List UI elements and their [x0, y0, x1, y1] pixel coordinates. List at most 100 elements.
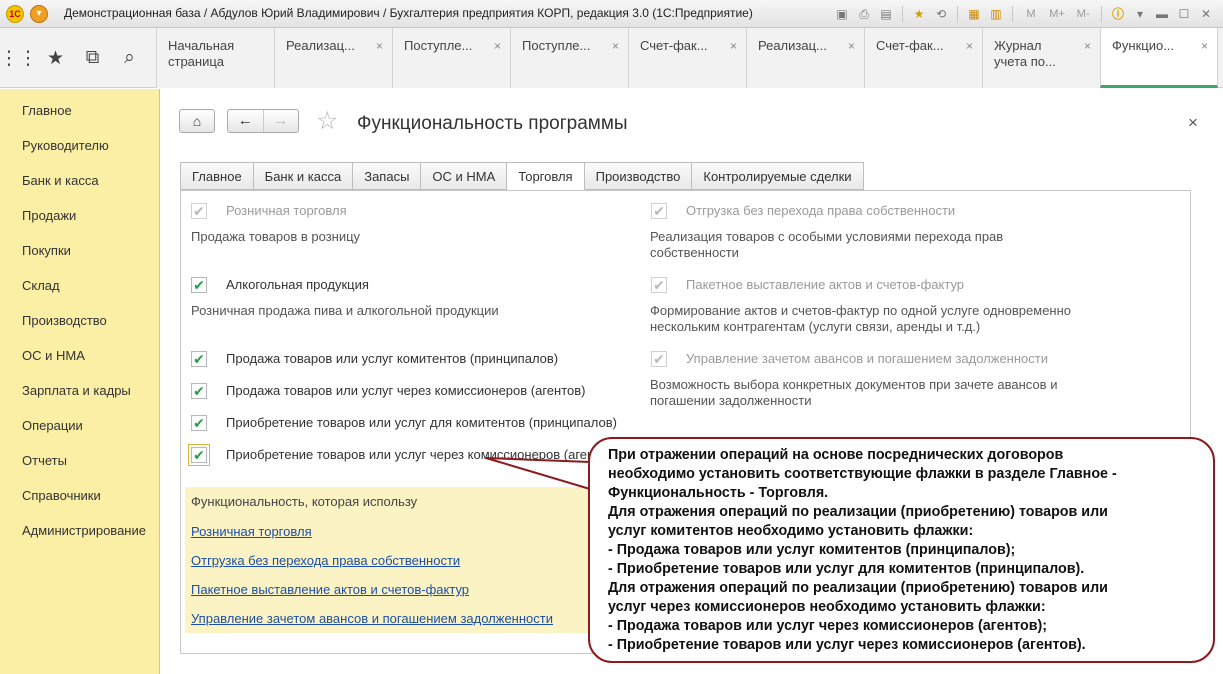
apps-grid-icon[interactable]: ⋮⋮	[0, 28, 38, 88]
tab-label: Счет-фак...	[640, 38, 708, 53]
description-line: Формирование актов и счетов-фактур по од…	[650, 303, 1072, 318]
close-tab-icon[interactable]: ×	[1084, 38, 1091, 54]
callout-line: При отражении операций на основе посредн…	[608, 447, 1064, 463]
form-tabs: Главное Банк и касса Запасы ОС и НМА Тор…	[180, 162, 864, 190]
forward-button[interactable]: →	[264, 110, 299, 132]
link-retail[interactable]: Розничная торговля	[191, 524, 312, 539]
option-label: Отгрузка без перехода права собственност…	[686, 203, 956, 218]
favorites-star-icon[interactable]: ★	[37, 28, 74, 88]
sidebar-item-fixed-assets[interactable]: ОС и НМА	[0, 337, 159, 372]
history-icon[interactable]: ⟲	[932, 5, 950, 23]
instruction-callout: При отражении операций на основе посредн…	[588, 437, 1215, 663]
close-tab-icon[interactable]: ×	[1201, 38, 1208, 54]
tab-controlled-deals[interactable]: Контролируемые сделки	[692, 162, 864, 190]
tab-invoice-2[interactable]: Счет-фак... ×	[864, 28, 982, 88]
favorites-add-icon[interactable]: ★	[910, 5, 928, 23]
checkbox-alcohol[interactable]: ✔	[191, 277, 207, 293]
tab-journal[interactable]: Журнал учета по... ×	[982, 28, 1100, 88]
tab-inventory[interactable]: Запасы	[353, 162, 422, 190]
description-line: Реализация товаров с особыми условиями п…	[650, 229, 1004, 244]
checkbox-sale-committent[interactable]: ✔	[191, 351, 207, 367]
tab-label: Поступле...	[404, 38, 473, 53]
callout-line: Для отражения операций по реализации (пр…	[608, 580, 1108, 596]
favorite-star-icon[interactable]: ☆	[316, 107, 338, 135]
memory-button[interactable]: M	[1020, 5, 1042, 23]
option-description: Розничная продажа пива и алкогольной про…	[191, 303, 499, 318]
sidebar-item-payroll[interactable]: Зарплата и кадры	[0, 372, 159, 407]
main-menu-button[interactable]: ▾	[30, 5, 48, 23]
sidebar-item-operations[interactable]: Операции	[0, 407, 159, 442]
info-icon[interactable]: ⓘ	[1109, 5, 1127, 23]
checkbox-retail[interactable]: ✔	[191, 203, 207, 219]
checkbox-batch-acts[interactable]: ✔	[651, 277, 667, 293]
sidebar-item-purchases[interactable]: Покупки	[0, 232, 159, 267]
tab-label: Реализац...	[758, 38, 827, 53]
tab-functionality[interactable]: Функцио... ×	[1100, 28, 1218, 88]
title-toolbar: ▣ ⎙ ▤ ★ ⟲ ▦ ▥ M M+ M- ⓘ ▾ ▬ ☐ ✕	[833, 4, 1215, 24]
print-icon[interactable]: ⎙	[855, 5, 873, 23]
sidebar-item-production[interactable]: Производство	[0, 302, 159, 337]
tab-label: Реализац...	[286, 38, 355, 53]
close-tab-icon[interactable]: ×	[494, 38, 501, 54]
minimize-button[interactable]: ▬	[1153, 5, 1171, 23]
tab-fixed-assets[interactable]: ОС и НМА	[421, 162, 508, 190]
tab-invoice[interactable]: Счет-фак... ×	[628, 28, 746, 88]
search-icon[interactable]: ⌕	[111, 28, 148, 88]
tab-label: Поступле...	[522, 38, 591, 53]
link-shipment-no-ownership[interactable]: Отгрузка без перехода права собственност…	[191, 553, 460, 568]
calculator-icon[interactable]: ▦	[965, 5, 983, 23]
preview-icon[interactable]: ▤	[877, 5, 895, 23]
tab-bank[interactable]: Банк и касса	[253, 162, 354, 190]
checkbox-purchase-agent[interactable]: ✔	[188, 444, 210, 466]
back-button[interactable]: ←	[228, 110, 264, 132]
tab-home-page[interactable]: Начальная страница	[156, 28, 274, 88]
tab-receipt-2[interactable]: Поступле... ×	[510, 28, 628, 88]
checkbox-purchase-committent[interactable]: ✔	[191, 415, 207, 431]
sections-panel: Главное Руководителю Банк и касса Продаж…	[0, 89, 160, 674]
callout-line: Для отражения операций по реализации (пр…	[608, 504, 1108, 520]
used-functionality-panel: Функциональность, которая использу Розни…	[185, 487, 600, 633]
tab-trade[interactable]: Торговля	[507, 162, 585, 190]
sidebar-item-manager[interactable]: Руководителю	[0, 127, 159, 162]
close-tab-icon[interactable]: ×	[612, 38, 619, 54]
tab-main[interactable]: Главное	[180, 162, 254, 190]
close-form-button[interactable]: ×	[1188, 113, 1198, 133]
toolbar-divider	[957, 6, 958, 22]
history-icon[interactable]: ⧉	[74, 28, 111, 88]
description-line: погашении задолженности	[650, 393, 812, 408]
calendar-icon[interactable]: ▥	[987, 5, 1005, 23]
link-advance-offset[interactable]: Управление зачетом авансов и погашением …	[191, 611, 553, 626]
save-icon[interactable]: ▣	[833, 5, 851, 23]
checkbox-sale-agent[interactable]: ✔	[191, 383, 207, 399]
maximize-button[interactable]: ☐	[1175, 5, 1193, 23]
sidebar-item-warehouse[interactable]: Склад	[0, 267, 159, 302]
callout-line: - Приобретение товаров или услуг для ком…	[608, 561, 1085, 577]
tab-production[interactable]: Производство	[584, 162, 693, 190]
close-window-button[interactable]: ✕	[1197, 5, 1215, 23]
dropdown-icon[interactable]: ▾	[1131, 5, 1149, 23]
close-tab-icon[interactable]: ×	[966, 38, 973, 54]
memory-minus-button[interactable]: M-	[1072, 5, 1094, 23]
home-button[interactable]: ⌂	[179, 109, 215, 133]
tab-sale[interactable]: Реализац... ×	[274, 28, 392, 88]
sidebar-item-bank[interactable]: Банк и касса	[0, 162, 159, 197]
checkbox-shipment-no-ownership[interactable]: ✔	[651, 203, 667, 219]
option-label: Розничная торговля	[226, 203, 347, 218]
close-tab-icon[interactable]: ×	[730, 38, 737, 54]
sidebar-item-main[interactable]: Главное	[0, 92, 159, 127]
callout-line: необходимо установить соответствующие фл…	[608, 466, 1117, 482]
tab-sale-2[interactable]: Реализац... ×	[746, 28, 864, 88]
tab-receipt[interactable]: Поступле... ×	[392, 28, 510, 88]
sidebar-item-reports[interactable]: Отчеты	[0, 442, 159, 477]
sidebar-item-administration[interactable]: Администрирование	[0, 512, 159, 547]
sidebar-item-catalogs[interactable]: Справочники	[0, 477, 159, 512]
close-tab-icon[interactable]: ×	[376, 38, 383, 54]
memory-plus-button[interactable]: M+	[1046, 5, 1068, 23]
checkbox-advance-offset[interactable]: ✔	[651, 351, 667, 367]
option-description: Реализация товаров с особыми условиями п…	[650, 229, 1003, 261]
callout-line: - Продажа товаров или услуг комитентов (…	[608, 542, 1016, 558]
option-label: Алкогольная продукция	[226, 277, 369, 292]
sidebar-item-sales[interactable]: Продажи	[0, 197, 159, 232]
link-batch-acts[interactable]: Пакетное выставление актов и счетов-факт…	[191, 582, 469, 597]
close-tab-icon[interactable]: ×	[848, 38, 855, 54]
